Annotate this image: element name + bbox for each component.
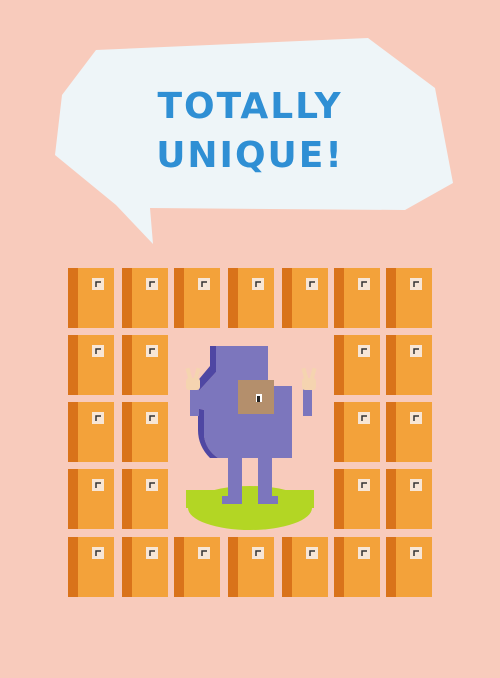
locker	[122, 402, 168, 462]
locker	[282, 537, 328, 597]
locker	[174, 537, 220, 597]
locker	[334, 402, 380, 462]
locker-label	[146, 547, 158, 559]
locker	[334, 537, 380, 597]
locker	[282, 268, 328, 328]
locker-label	[92, 412, 104, 424]
locker	[122, 469, 168, 529]
locker	[68, 469, 114, 529]
speech-text-line-2: UNIQUE!	[156, 135, 344, 176]
locker-label	[146, 479, 158, 491]
locker	[386, 469, 432, 529]
locker-label	[306, 547, 318, 559]
locker-label	[198, 547, 210, 559]
locker	[386, 268, 432, 328]
locker	[334, 268, 380, 328]
peace-sign-hand-icon	[301, 367, 317, 390]
locker	[228, 268, 274, 328]
locker	[334, 335, 380, 395]
locker-label	[146, 345, 158, 357]
locker-label	[92, 278, 104, 290]
locker-label	[198, 278, 210, 290]
locker-label	[358, 345, 370, 357]
locker	[68, 335, 114, 395]
locker-label	[410, 278, 422, 290]
locker	[68, 537, 114, 597]
speech-text-line-1: TOTALLY	[157, 86, 343, 127]
locker	[334, 469, 380, 529]
locker	[386, 402, 432, 462]
locker-label	[410, 345, 422, 357]
locker-label	[358, 547, 370, 559]
peace-sign-hand-icon	[185, 367, 201, 390]
locker-label	[410, 479, 422, 491]
locker	[386, 335, 432, 395]
locker-label	[92, 479, 104, 491]
locker-label	[146, 412, 158, 424]
locker	[68, 402, 114, 462]
locker	[122, 537, 168, 597]
locker	[174, 268, 220, 328]
locker	[68, 268, 114, 328]
locker-label	[92, 345, 104, 357]
locker-label	[252, 278, 264, 290]
locker	[386, 537, 432, 597]
locker-label	[410, 547, 422, 559]
locker-label	[410, 412, 422, 424]
locker-label	[252, 547, 264, 559]
locker	[122, 268, 168, 328]
locker-label	[306, 278, 318, 290]
locker-label	[358, 278, 370, 290]
purple-character	[185, 346, 317, 530]
locker	[122, 335, 168, 395]
locker-label	[358, 412, 370, 424]
locker-label	[146, 278, 158, 290]
locker-label	[358, 479, 370, 491]
locker	[228, 537, 274, 597]
locker-label	[92, 547, 104, 559]
